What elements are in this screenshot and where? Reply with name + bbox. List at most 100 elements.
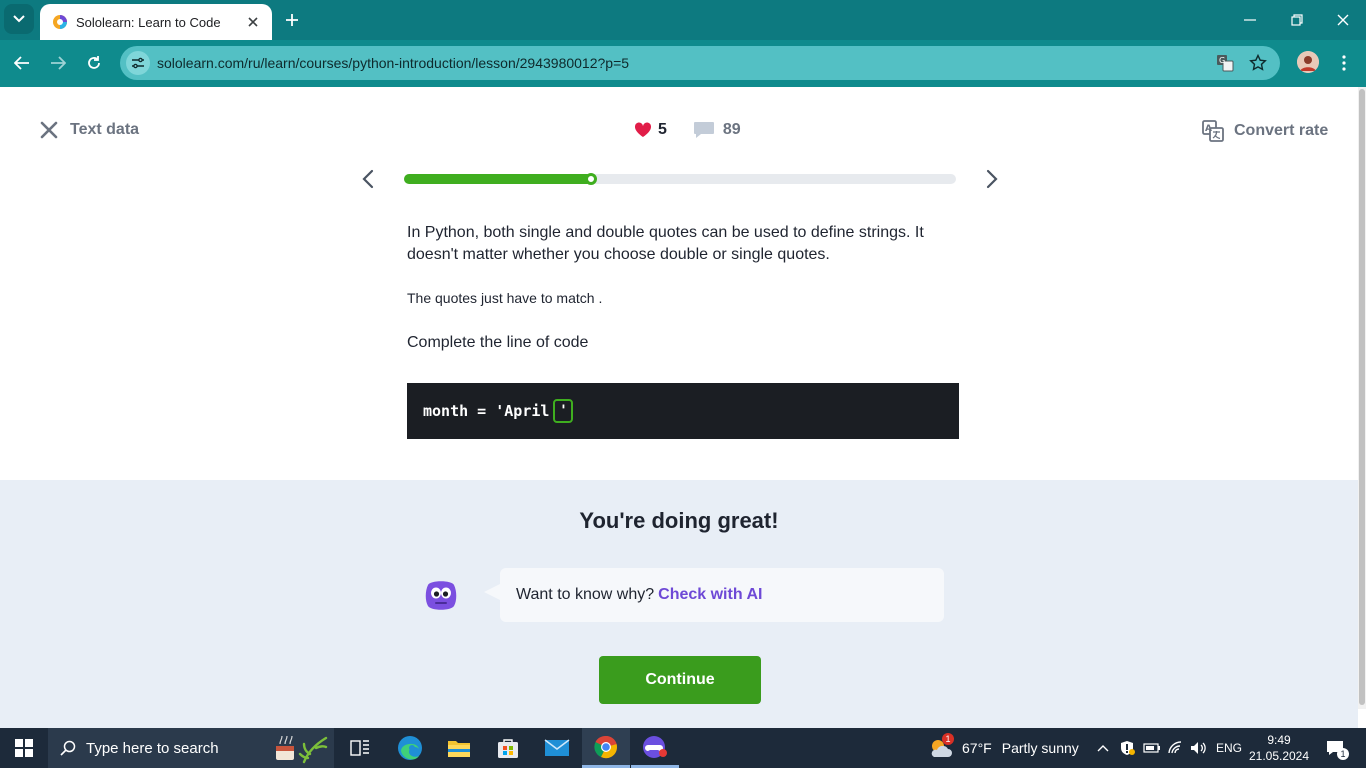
- comments-button[interactable]: 89: [693, 121, 741, 139]
- weather-alert-badge: 1: [942, 733, 954, 745]
- heart-icon: [634, 122, 652, 137]
- tab-close-icon[interactable]: [244, 13, 262, 31]
- tab-title: Sololearn: Learn to Code: [76, 14, 221, 30]
- taskbar-game-app[interactable]: [631, 728, 679, 768]
- forward-button[interactable]: [44, 49, 72, 77]
- lesson-title: Text data: [70, 121, 140, 138]
- plus-icon: [286, 14, 298, 26]
- lesson-content: In Python, both single and double quotes…: [407, 222, 959, 439]
- lesson-instruction: Complete the line of code: [407, 334, 589, 351]
- taskbar-edge[interactable]: [386, 728, 434, 768]
- chevron-left-icon: [362, 169, 374, 189]
- close-window-button[interactable]: [1329, 6, 1357, 34]
- next-page-button[interactable]: [982, 167, 1002, 191]
- hearts-count: 5: [658, 121, 667, 138]
- weather-description: Partly sunny: [1001, 740, 1079, 756]
- close-icon: [1337, 14, 1349, 26]
- edge-icon: [398, 736, 422, 760]
- store-icon: [498, 739, 518, 758]
- show-hidden-icons-button[interactable]: [1094, 728, 1112, 768]
- task-view-button[interactable]: [336, 728, 384, 768]
- back-button[interactable]: [8, 49, 36, 77]
- taskbar-store[interactable]: [484, 728, 532, 768]
- progress-marker: [584, 173, 597, 185]
- gamepad-app-icon: [643, 735, 667, 758]
- check-with-ai-link[interactable]: Check with AI: [658, 586, 762, 604]
- clock-date: 21.05.2024: [1248, 749, 1310, 763]
- speech-bubble-tail: [484, 584, 500, 600]
- restore-button[interactable]: [1283, 6, 1311, 34]
- reload-button[interactable]: [80, 49, 108, 77]
- progress-fill: [404, 174, 592, 184]
- bookmark-star-icon[interactable]: [1246, 51, 1270, 75]
- code-line: month = 'April ': [423, 399, 574, 423]
- input-language[interactable]: ENG: [1214, 728, 1244, 768]
- volume-tray-button[interactable]: [1188, 728, 1210, 768]
- chrome-icon: [594, 735, 617, 758]
- security-tray-button[interactable]: [1116, 728, 1138, 768]
- profile-avatar[interactable]: [1297, 51, 1319, 73]
- folder-icon: [448, 741, 470, 757]
- code-answer-slot[interactable]: ': [553, 399, 574, 423]
- taskbar-search[interactable]: Type here to search: [48, 728, 334, 768]
- taskbar-file-explorer[interactable]: [435, 728, 483, 768]
- mail-icon: [544, 739, 570, 756]
- start-button[interactable]: [0, 728, 48, 768]
- search-placeholder: Type here to search: [86, 739, 219, 757]
- minimize-icon: [1244, 19, 1256, 21]
- lesson-page: Text data 5 89 A Convert rate In Python,…: [0, 87, 1366, 728]
- address-bar[interactable]: sololearn.com/ru/learn/courses/python-in…: [120, 46, 1280, 80]
- code-text: month = 'April: [423, 402, 550, 420]
- taskbar-mail[interactable]: [533, 728, 581, 768]
- battery-tray-button[interactable]: [1141, 728, 1163, 768]
- svg-text:G: G: [1219, 56, 1225, 65]
- close-lesson-button[interactable]: Text data: [40, 121, 139, 139]
- translate-icon: A: [1202, 120, 1224, 142]
- notification-count-badge: 1: [1337, 748, 1349, 760]
- feedback-title: You're doing great!: [579, 508, 779, 533]
- windows-taskbar: Type here to search 1 67°F Partly sunny: [0, 728, 1366, 768]
- site-info-icon[interactable]: [126, 51, 150, 75]
- browser-tab[interactable]: Sololearn: Learn to Code: [40, 4, 272, 40]
- more-vertical-icon: [1342, 55, 1346, 71]
- taskbar-clock[interactable]: 9:49 21.05.2024: [1246, 732, 1312, 764]
- browser-menu-button[interactable]: [1334, 49, 1354, 77]
- restore-icon: [1291, 14, 1303, 26]
- translate-page-icon[interactable]: G: [1213, 51, 1237, 75]
- chevron-right-icon: [986, 169, 998, 189]
- svg-text:A: A: [1205, 124, 1212, 134]
- page-scrollbar[interactable]: [1358, 87, 1366, 709]
- chevron-up-icon: [1097, 745, 1109, 752]
- task-view-icon: [350, 740, 369, 756]
- comments-count: 89: [722, 121, 741, 138]
- scrollbar-thumb[interactable]: [1359, 89, 1365, 705]
- search-icon: [60, 740, 76, 756]
- browser-tab-strip: Sololearn: Learn to Code: [0, 0, 1366, 40]
- tab-search-button[interactable]: [4, 4, 34, 34]
- notification-center-button[interactable]: 1: [1320, 728, 1350, 768]
- new-tab-button[interactable]: [280, 8, 304, 32]
- chevron-down-icon: [13, 15, 25, 23]
- clock-time: 9:49: [1267, 733, 1291, 747]
- url-text: sololearn.com/ru/learn/courses/python-in…: [157, 55, 630, 71]
- weather-temperature: 67°F: [962, 740, 992, 756]
- minimize-button[interactable]: [1236, 6, 1264, 34]
- speaker-icon: [1191, 742, 1206, 754]
- sololearn-favicon-icon: [53, 15, 67, 29]
- translate-button[interactable]: A Convert rate: [1202, 120, 1328, 142]
- code-block: month = 'April ': [407, 383, 959, 439]
- arrow-left-icon: [14, 56, 29, 70]
- translate-label: Convert rate: [1234, 122, 1329, 139]
- weather-widget[interactable]: 1 67°F Partly sunny: [928, 728, 1079, 768]
- taskbar-chrome[interactable]: [582, 728, 630, 768]
- continue-button[interactable]: Continue: [599, 656, 761, 704]
- wifi-icon: [1168, 741, 1182, 754]
- lesson-stats: 5 89: [634, 121, 741, 139]
- network-tray-button[interactable]: [1165, 728, 1187, 768]
- close-icon: [40, 121, 58, 139]
- previous-page-button[interactable]: [358, 167, 378, 191]
- arrow-right-icon: [51, 56, 66, 70]
- windows-logo-icon: [15, 739, 33, 757]
- mascot-avatar-icon: [425, 581, 457, 610]
- reload-icon: [88, 56, 100, 69]
